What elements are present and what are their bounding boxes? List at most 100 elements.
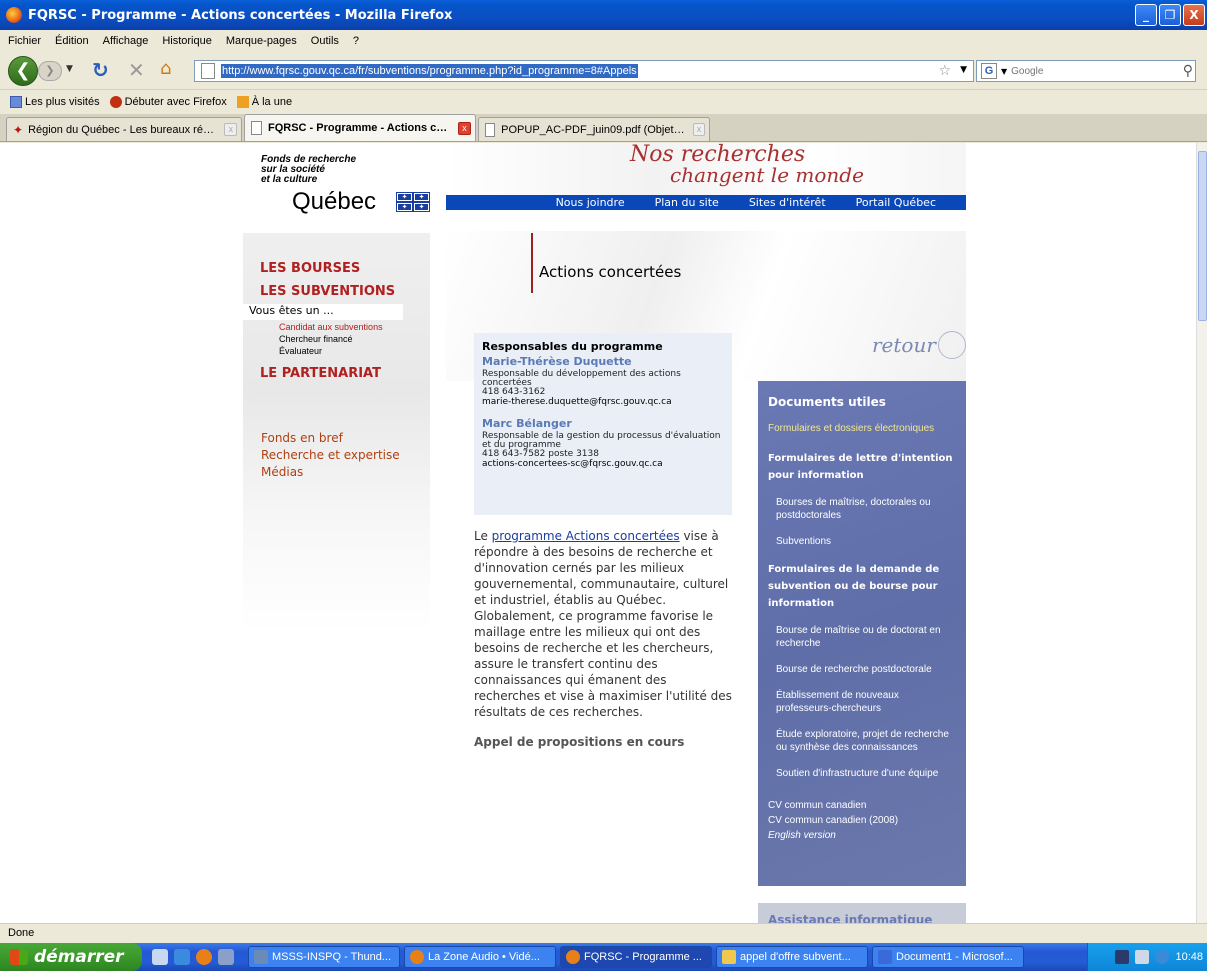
help-icon[interactable] xyxy=(1115,950,1130,964)
retour-link[interactable]: retour xyxy=(872,333,936,357)
search-bar[interactable]: G ▼ ⚲ xyxy=(976,60,1196,82)
taskbar-item[interactable]: appel d'offre subvent... xyxy=(716,946,868,968)
sidebar-candidat[interactable]: Candidat aux subventions xyxy=(279,322,383,332)
menu-marque-pages[interactable]: Marque-pages xyxy=(226,35,297,47)
thunderbird-icon xyxy=(254,950,268,964)
page-icon xyxy=(485,122,496,137)
firefox-icon xyxy=(566,950,580,964)
person-email[interactable]: marie-therese.duquette@fqrsc.gouv.qc.ca xyxy=(482,397,724,407)
bookmark-label: Débuter avec Firefox xyxy=(124,96,227,108)
back-button[interactable]: ❮ xyxy=(8,56,38,86)
network-icon[interactable] xyxy=(1135,950,1150,964)
program-link[interactable]: programme Actions concertées xyxy=(492,529,680,543)
tab-close-icon[interactable]: x xyxy=(458,121,471,135)
page-viewport: Fonds de recherche sur la société et la … xyxy=(0,143,1196,923)
docs-link[interactable]: Établissement de nouveaux professeurs-ch… xyxy=(768,689,956,715)
sidebar-bourses[interactable]: LES BOURSES xyxy=(260,261,360,276)
nav-plan-du-site[interactable]: Plan du site xyxy=(655,196,719,209)
start-button[interactable]: démarrer xyxy=(0,943,142,971)
tab-label: Région du Québec - Les bureaux régio... xyxy=(28,123,219,136)
close-button[interactable]: X xyxy=(1183,4,1205,26)
ie-icon[interactable] xyxy=(174,949,190,965)
nav-nous-joindre[interactable]: Nous joindre xyxy=(556,196,625,209)
menu-aide[interactable]: ? xyxy=(353,35,359,47)
google-icon[interactable]: G xyxy=(981,63,997,79)
docs-cv-link[interactable]: CV commun canadien (2008) xyxy=(768,813,956,828)
responsables-box: Responsables du programme Marie-Thérèse … xyxy=(474,333,732,515)
docs-english-link[interactable]: English version xyxy=(768,828,956,843)
sidebar-evaluateur[interactable]: Évaluateur xyxy=(279,346,322,356)
desktop-icon[interactable] xyxy=(152,949,168,965)
navigation-toolbar: ❮ ❯ ▼ ↻ ✕ ⌂ http://www.fqrsc.gouv.qc.ca/… xyxy=(0,52,1207,90)
menu-fichier[interactable]: Fichier xyxy=(8,35,41,47)
bookmark-plus-visites[interactable]: Les plus visités xyxy=(10,96,100,108)
tab-label: FQRSC - Programme - Actions co... xyxy=(267,122,452,134)
docs-cv-link[interactable]: CV commun canadien xyxy=(768,798,956,813)
taskbar-item-active[interactable]: FQRSC - Programme ... xyxy=(560,946,712,968)
home-button[interactable]: ⌂ xyxy=(160,58,171,79)
page-icon xyxy=(251,121,262,135)
sidebar-recherche-expertise[interactable]: Recherche et expertise xyxy=(261,448,400,462)
docs-link[interactable]: Bourse de recherche postdoctorale xyxy=(768,663,956,676)
url-bar[interactable]: http://www.fqrsc.gouv.qc.ca/fr/subventio… xyxy=(194,60,974,82)
firefox-bookmark-icon xyxy=(109,96,122,108)
tab-fqrsc[interactable]: FQRSC - Programme - Actions co... x xyxy=(244,114,476,141)
clock[interactable]: 10:48 xyxy=(1175,951,1203,963)
tab-region-quebec[interactable]: ✦ Région du Québec - Les bureaux régio..… xyxy=(6,117,242,141)
docs-link[interactable]: Soutien d'infrastructure d'une équipe xyxy=(768,767,956,780)
minimize-button[interactable]: _ xyxy=(1135,4,1157,26)
search-icon[interactable]: ⚲ xyxy=(1183,63,1193,79)
maximize-button[interactable]: ❐ xyxy=(1159,4,1181,26)
taskbar-item[interactable]: MSSS-INSPQ - Thund... xyxy=(248,946,400,968)
menu-outils[interactable]: Outils xyxy=(311,35,339,47)
bookmark-debuter-firefox[interactable]: Débuter avec Firefox xyxy=(109,96,227,108)
forward-button[interactable]: ❯ xyxy=(38,61,62,81)
fqrsc-logo-text[interactable]: Fonds de recherche sur la société et la … xyxy=(261,155,356,185)
retour-circle-icon[interactable] xyxy=(938,331,966,359)
menu-affichage[interactable]: Affichage xyxy=(103,35,149,47)
search-engine-dropdown-icon[interactable]: ▼ xyxy=(1001,67,1007,76)
tab-close-icon[interactable]: x xyxy=(224,123,237,136)
bookmark-star-icon[interactable]: ☆ xyxy=(938,63,951,79)
menu-historique[interactable]: Historique xyxy=(162,35,212,47)
url-text[interactable]: http://www.fqrsc.gouv.qc.ca/fr/subventio… xyxy=(221,64,638,78)
taskbar-item[interactable]: La Zone Audio • Vidé... xyxy=(404,946,556,968)
task-label: MSSS-INSPQ - Thund... xyxy=(272,951,392,963)
person-email[interactable]: actions-concertees-sc@fqrsc.gouv.qc.ca xyxy=(482,459,724,469)
person-role: Responsable de la gestion du processus d… xyxy=(482,431,721,450)
nav-sites-interet[interactable]: Sites d'intérêt xyxy=(749,196,826,209)
sidebar-medias[interactable]: Médias xyxy=(261,465,303,479)
maple-leaf-icon: ✦ xyxy=(13,122,24,137)
vertical-scrollbar[interactable] xyxy=(1196,143,1207,923)
tab-close-icon[interactable]: x xyxy=(693,123,705,136)
firefox-icon xyxy=(410,950,424,964)
firefox-icon[interactable] xyxy=(196,949,212,965)
bookmark-label: À la une xyxy=(251,96,293,108)
taskbar-item[interactable]: Document1 - Microsof... xyxy=(872,946,1024,968)
nav-portail-quebec[interactable]: Portail Québec xyxy=(856,196,936,209)
docs-link[interactable]: Subventions xyxy=(768,535,956,548)
sidebar-subventions[interactable]: LES SUBVENTIONS xyxy=(260,284,395,299)
history-dropdown-icon[interactable]: ▼ xyxy=(66,64,73,74)
assistance-heading: Assistance informatique xyxy=(758,903,966,923)
sidebar-chercheur[interactable]: Chercheur financé xyxy=(279,334,353,344)
search-input[interactable] xyxy=(1011,65,1162,77)
sidebar-partenariat[interactable]: LE PARTENARIAT xyxy=(260,366,381,381)
sidebar-fonds-en-bref[interactable]: Fonds en bref xyxy=(261,431,343,445)
url-dropdown-icon[interactable]: ▼ xyxy=(960,65,967,75)
volume-icon[interactable] xyxy=(1155,950,1170,964)
docs-formulaires-link[interactable]: Formulaires et dossiers électroniques xyxy=(768,423,956,434)
bookmark-label: Les plus visités xyxy=(25,96,100,108)
docs-link[interactable]: Étude exploratoire, projet de recherche … xyxy=(768,728,956,754)
scrollbar-thumb[interactable] xyxy=(1198,151,1207,321)
bookmark-a-la-une[interactable]: À la une xyxy=(236,96,293,108)
docs-link[interactable]: Bourse de maîtrise ou de doctorat en rec… xyxy=(768,624,956,650)
thunderbird-icon[interactable] xyxy=(218,949,234,965)
task-label: FQRSC - Programme ... xyxy=(584,951,702,963)
windows-taskbar: démarrer MSSS-INSPQ - Thund... La Zone A… xyxy=(0,943,1207,971)
stop-button[interactable]: ✕ xyxy=(128,58,145,82)
tab-popup-pdf[interactable]: POPUP_AC-PDF_juin09.pdf (Objet appl... x xyxy=(478,117,710,141)
menu-edition[interactable]: Édition xyxy=(55,35,89,47)
reload-button[interactable]: ↻ xyxy=(92,58,109,82)
docs-link[interactable]: Bourses de maîtrise, doctorales ou postd… xyxy=(768,496,956,522)
